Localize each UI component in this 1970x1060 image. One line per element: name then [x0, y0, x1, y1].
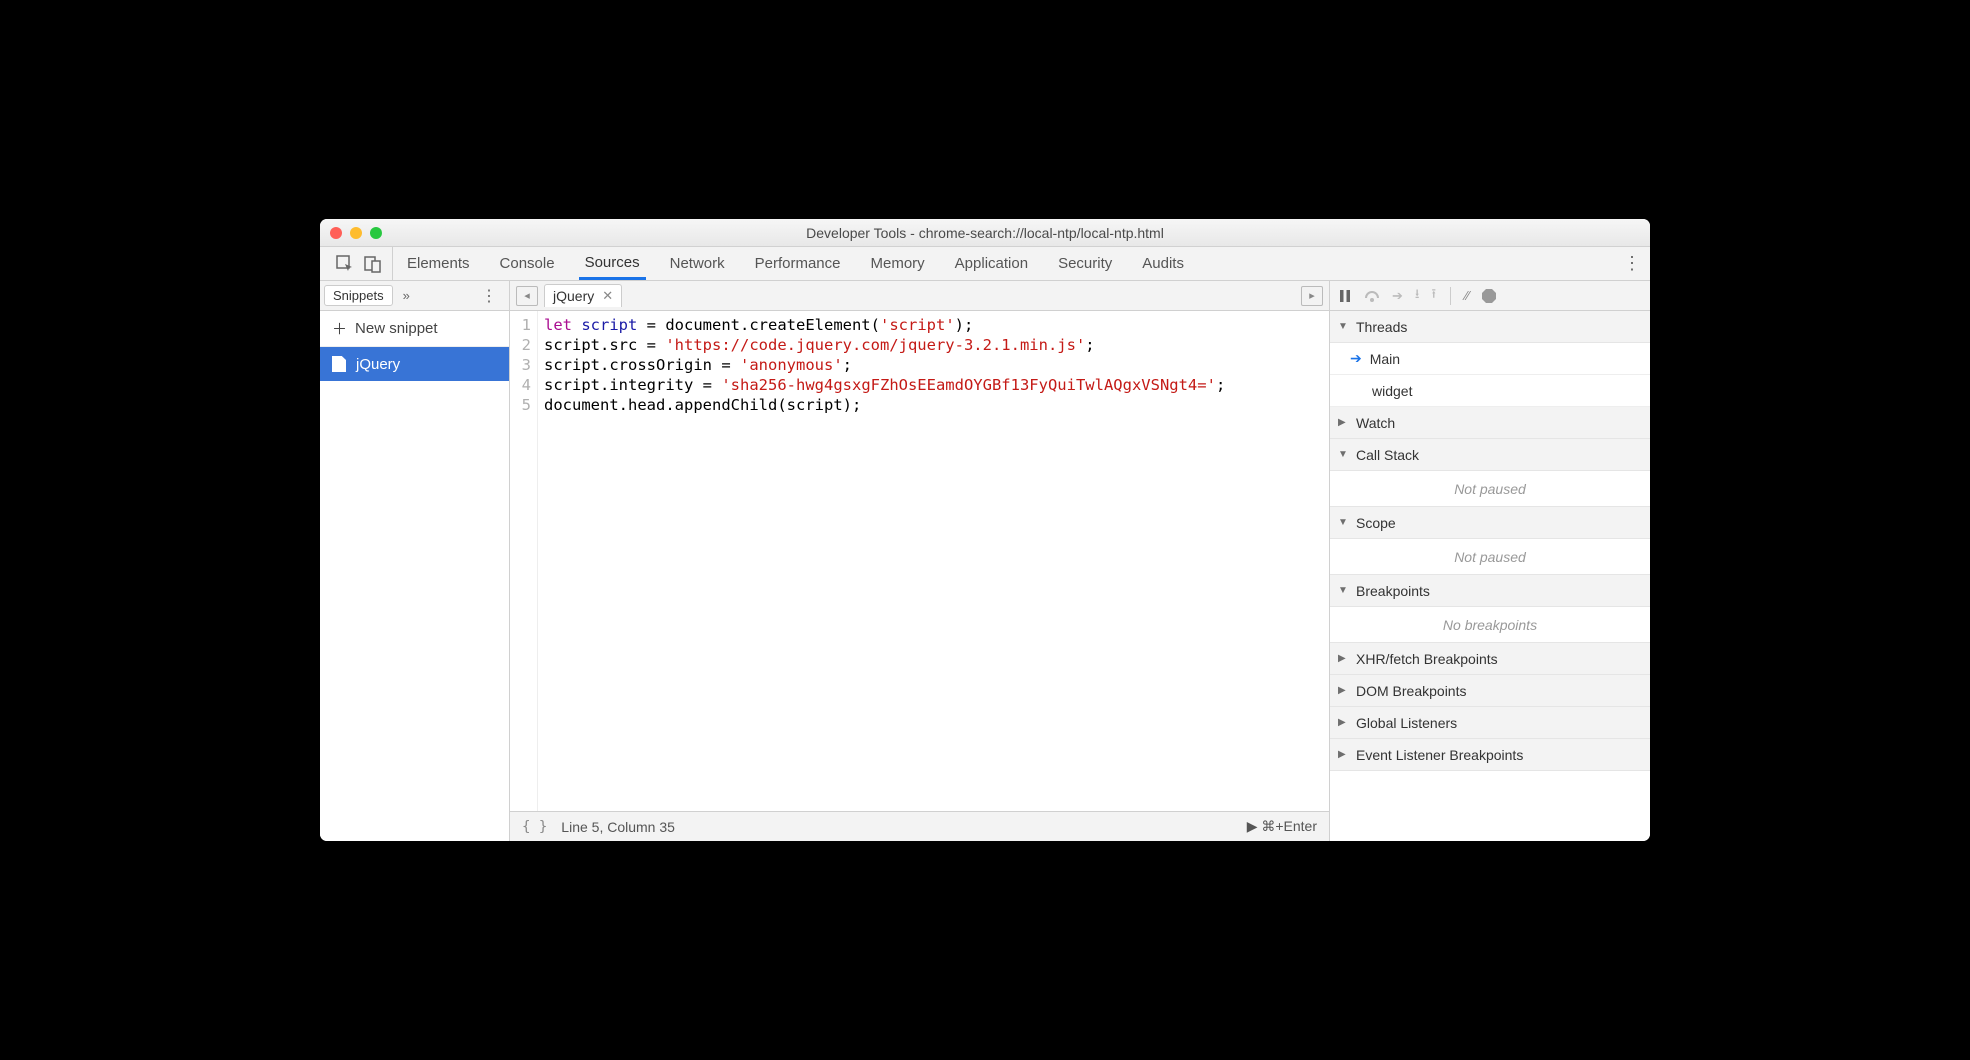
devtools-window: Developer Tools - chrome-search://local-…: [320, 219, 1650, 841]
chevron-right-icon: ▶: [1338, 749, 1350, 760]
main-tabbar: Elements Console Sources Network Performance…: [320, 247, 1650, 281]
device-toggle-icon[interactable]: [364, 255, 382, 273]
tab-elements[interactable]: Elements: [401, 247, 476, 280]
section-event[interactable]: ▶ Event Listener Breakpoints: [1330, 739, 1650, 771]
code-editor[interactable]: 12345 let script = document.createElemen…: [510, 311, 1329, 811]
chevron-down-icon: ▼: [1338, 321, 1350, 332]
debugger-toolbar: ➔ ⭳ ⭱ ⁄⁄: [1330, 281, 1650, 311]
file-tab[interactable]: jQuery ✕: [544, 284, 622, 307]
chevron-right-icon: ▶: [1338, 685, 1350, 696]
overflow-icon[interactable]: »: [397, 288, 416, 303]
editor-panel: ◂ jQuery ✕ ▸ 12345 let script = document…: [510, 281, 1330, 841]
left-more-icon[interactable]: ⋮: [473, 286, 505, 306]
scope-empty: Not paused: [1330, 539, 1650, 575]
section-xhr[interactable]: ▶ XHR/fetch Breakpoints: [1330, 643, 1650, 675]
more-options-icon[interactable]: ⋮: [1620, 253, 1644, 274]
code-area[interactable]: let script = document.createElement('scr…: [538, 311, 1231, 811]
section-threads[interactable]: ▼ Threads: [1330, 311, 1650, 343]
pause-exceptions-icon[interactable]: [1481, 288, 1497, 304]
deactivate-breakpoints-icon[interactable]: ⁄⁄: [1465, 288, 1469, 303]
snippet-item[interactable]: jQuery: [320, 347, 509, 381]
chevron-down-icon: ▼: [1338, 449, 1350, 460]
window-title: Developer Tools - chrome-search://local-…: [330, 225, 1640, 241]
close-window-icon[interactable]: [330, 227, 342, 239]
tab-performance[interactable]: Performance: [749, 247, 847, 280]
tab-network[interactable]: Network: [664, 247, 731, 280]
snippet-name: jQuery: [356, 356, 400, 373]
tab-sources[interactable]: Sources: [579, 247, 646, 280]
left-mode-selector[interactable]: Snippets: [324, 285, 393, 306]
step-over-icon[interactable]: [1364, 289, 1380, 303]
chevron-right-icon: ▶: [1338, 417, 1350, 428]
cursor-status: Line 5, Column 35: [561, 819, 675, 835]
tab-console[interactable]: Console: [494, 247, 561, 280]
line-gutter: 12345: [510, 311, 538, 811]
chevron-down-icon: ▼: [1338, 585, 1350, 596]
step-out-icon[interactable]: ⭳: [1415, 285, 1420, 307]
new-snippet-label: New snippet: [355, 320, 438, 337]
plus-icon: ＋: [332, 318, 347, 339]
run-snippet-button[interactable]: ▶ ⌘+Enter: [1247, 818, 1317, 835]
toggle-navigator-icon[interactable]: ◂: [516, 286, 538, 306]
inspect-icon[interactable]: [336, 255, 354, 273]
pretty-print-icon[interactable]: { }: [522, 819, 547, 835]
thread-widget[interactable]: widget: [1330, 375, 1650, 407]
pause-icon[interactable]: [1338, 289, 1352, 303]
step-icon[interactable]: ⭱: [1431, 285, 1436, 307]
section-dom[interactable]: ▶ DOM Breakpoints: [1330, 675, 1650, 707]
maximize-window-icon[interactable]: [370, 227, 382, 239]
file-tab-label: jQuery: [553, 288, 594, 304]
tab-memory[interactable]: Memory: [865, 247, 931, 280]
chevron-right-icon: ▶: [1338, 653, 1350, 664]
close-icon[interactable]: ✕: [602, 288, 613, 304]
section-callstack[interactable]: ▼ Call Stack: [1330, 439, 1650, 471]
tab-audits[interactable]: Audits: [1136, 247, 1190, 280]
tab-security[interactable]: Security: [1052, 247, 1118, 280]
arrow-right-icon: ➔: [1350, 350, 1362, 367]
minimize-window-icon[interactable]: [350, 227, 362, 239]
step-into-icon[interactable]: ➔: [1392, 288, 1403, 304]
file-icon: [332, 356, 346, 372]
section-global[interactable]: ▶ Global Listeners: [1330, 707, 1650, 739]
callstack-empty: Not paused: [1330, 471, 1650, 507]
tab-application[interactable]: Application: [949, 247, 1034, 280]
debugger-panel: ➔ ⭳ ⭱ ⁄⁄ ▼ Threads ➔ Main widget ▶: [1330, 281, 1650, 841]
toggle-debugger-icon[interactable]: ▸: [1301, 286, 1323, 306]
thread-main[interactable]: ➔ Main: [1330, 343, 1650, 375]
section-watch[interactable]: ▶ Watch: [1330, 407, 1650, 439]
section-breakpoints[interactable]: ▼ Breakpoints: [1330, 575, 1650, 607]
section-scope[interactable]: ▼ Scope: [1330, 507, 1650, 539]
titlebar: Developer Tools - chrome-search://local-…: [320, 219, 1650, 247]
window-controls: [330, 227, 382, 239]
breakpoints-empty: No breakpoints: [1330, 607, 1650, 643]
new-snippet-button[interactable]: ＋ New snippet: [320, 311, 509, 347]
left-panel: Snippets » ⋮ ＋ New snippet jQuery: [320, 281, 510, 841]
chevron-right-icon: ▶: [1338, 717, 1350, 728]
chevron-down-icon: ▼: [1338, 517, 1350, 528]
